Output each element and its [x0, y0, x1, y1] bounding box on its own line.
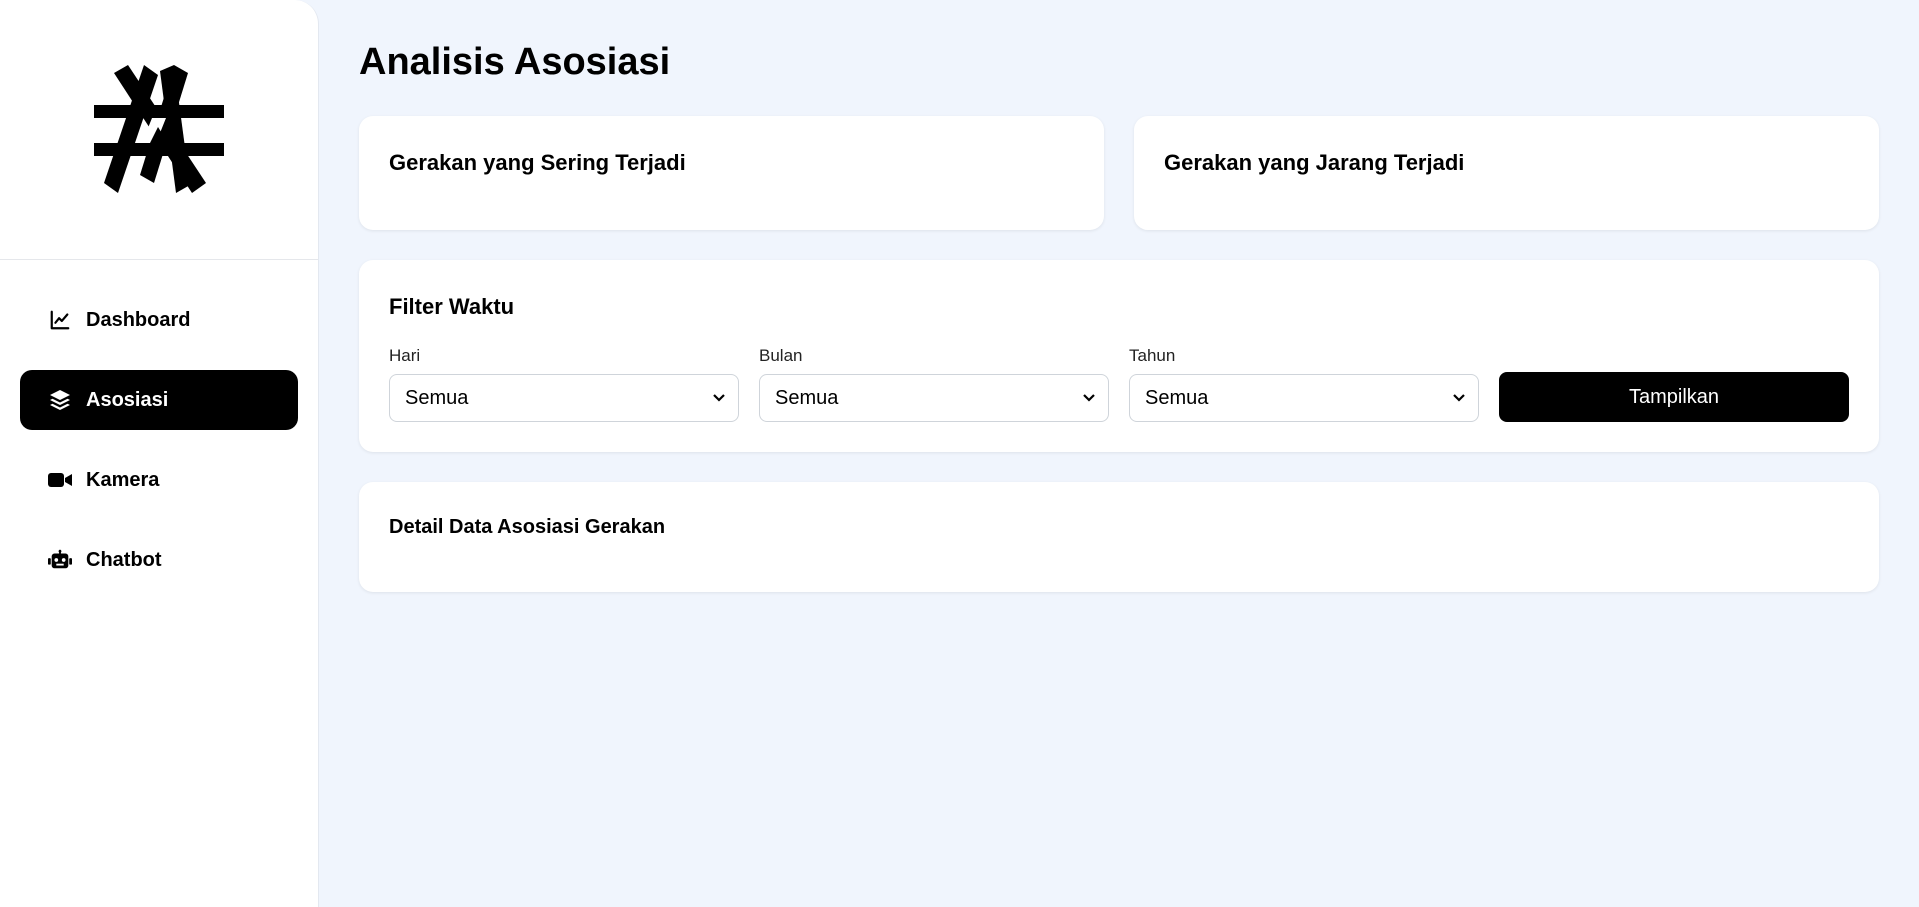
logo-area: [0, 0, 318, 260]
frequent-movements-card: Gerakan yang Sering Terjadi: [359, 116, 1104, 230]
app-root: Dashboard Asosiasi Kamera Chatbot Analis…: [0, 0, 1919, 907]
year-select[interactable]: Semua: [1129, 374, 1479, 422]
year-label: Tahun: [1129, 346, 1176, 365]
sidebar-item-asosiasi[interactable]: Asosiasi: [20, 370, 298, 430]
filter-row: Hari Semua Bulan Semua Tahun Semua Tampi…: [389, 346, 1849, 422]
brand-logo-icon: [94, 64, 224, 193]
month-label: Bulan: [759, 346, 803, 365]
show-button[interactable]: Tampilkan: [1499, 372, 1849, 422]
chevron-down-icon: [712, 393, 726, 403]
day-select[interactable]: Semua: [389, 374, 739, 422]
chevron-down-icon: [1452, 393, 1466, 403]
robot-icon: [48, 548, 72, 572]
sidebar-item-label: Asosiasi: [86, 388, 169, 411]
sidebar: Dashboard Asosiasi Kamera Chatbot: [0, 0, 319, 907]
association-detail-card: Detail Data Asosiasi Gerakan: [359, 482, 1879, 592]
day-select-value: Semua: [405, 386, 469, 409]
sidebar-nav: Dashboard Asosiasi Kamera Chatbot: [0, 260, 318, 590]
day-field: Hari Semua: [389, 346, 739, 422]
month-select-value: Semua: [775, 386, 839, 409]
sidebar-item-label: Dashboard: [86, 308, 191, 331]
year-select-value: Semua: [1145, 386, 1209, 409]
sidebar-item-kamera[interactable]: Kamera: [20, 450, 298, 510]
sidebar-item-label: Chatbot: [86, 548, 162, 571]
layers-icon: [48, 388, 72, 412]
chart-line-icon: [48, 308, 72, 332]
month-select[interactable]: Semua: [759, 374, 1109, 422]
time-filter-title: Filter Waktu: [389, 294, 515, 319]
video-camera-icon: [48, 468, 72, 492]
association-detail-title: Detail Data Asosiasi Gerakan: [389, 516, 666, 538]
page-title: Analisis Asosiasi: [359, 41, 671, 83]
main-content: Analisis Asosiasi Gerakan yang Sering Te…: [319, 0, 1919, 907]
rare-movements-title: Gerakan yang Jarang Terjadi: [1164, 150, 1465, 175]
sidebar-item-dashboard[interactable]: Dashboard: [20, 290, 298, 350]
time-filter-card: Filter Waktu Hari Semua Bulan Semua Tahu…: [359, 260, 1879, 452]
chevron-down-icon: [1082, 393, 1096, 403]
year-field: Tahun Semua: [1129, 346, 1479, 422]
sidebar-item-label: Kamera: [86, 468, 160, 491]
month-field: Bulan Semua: [759, 346, 1109, 422]
frequent-movements-title: Gerakan yang Sering Terjadi: [389, 150, 686, 175]
rare-movements-card: Gerakan yang Jarang Terjadi: [1134, 116, 1879, 230]
summary-row: Gerakan yang Sering Terjadi Gerakan yang…: [359, 116, 1879, 230]
day-label: Hari: [389, 346, 421, 365]
sidebar-item-chatbot[interactable]: Chatbot: [20, 530, 298, 590]
